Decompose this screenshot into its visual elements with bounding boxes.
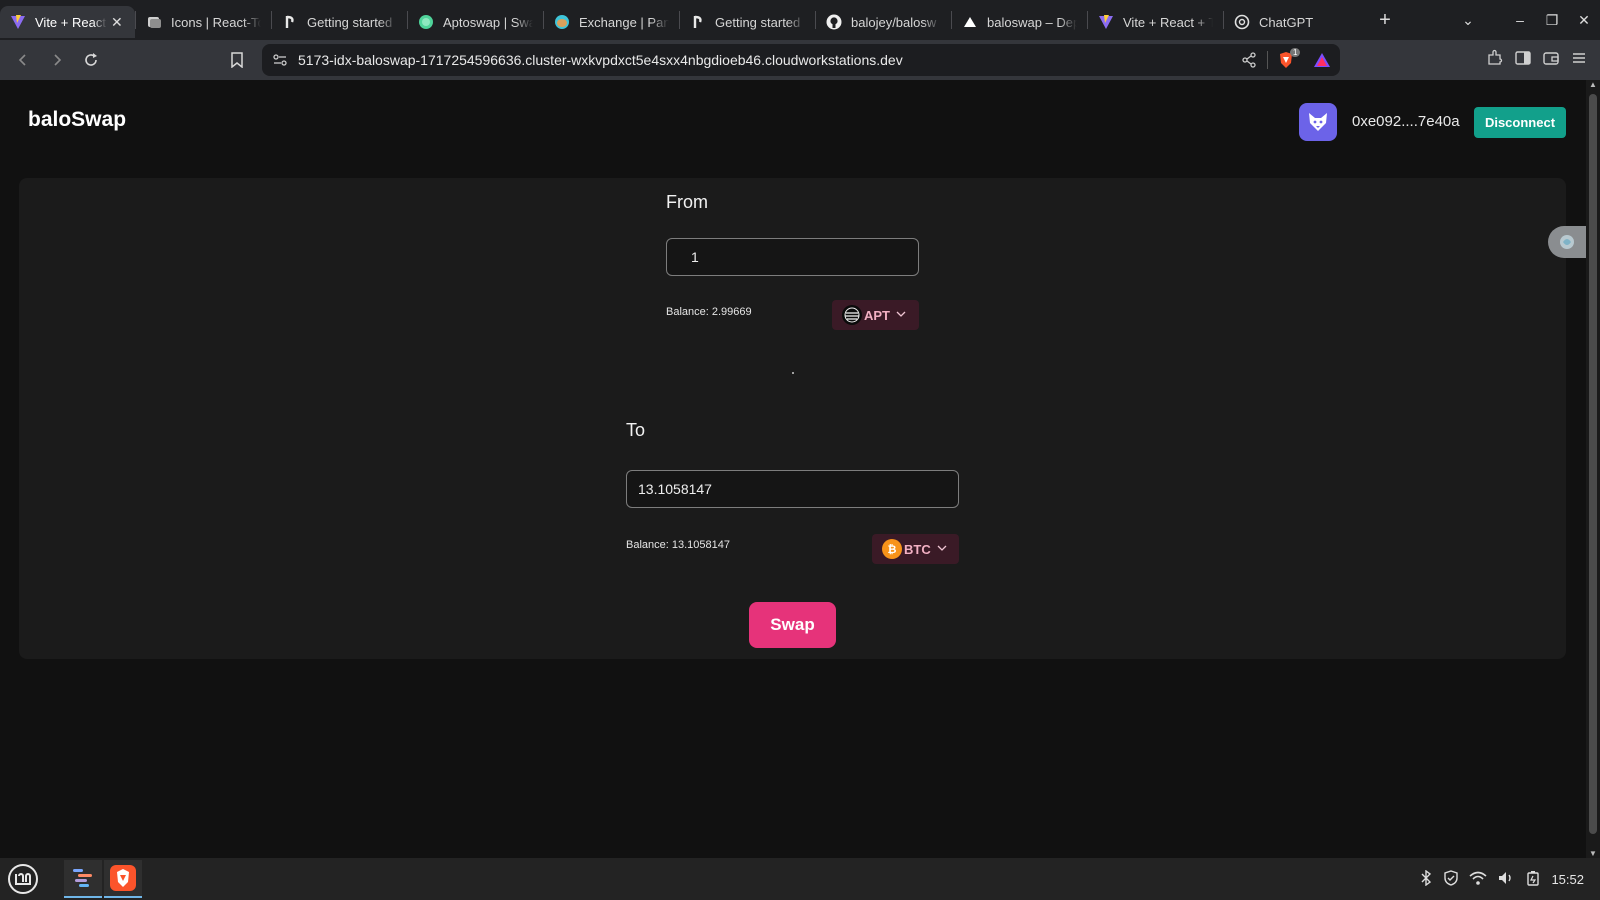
to-label: To: [626, 420, 646, 440]
swap-button[interactable]: Swap: [749, 602, 836, 648]
loading-dot: [792, 372, 794, 374]
wallet-fox-icon[interactable]: [1299, 103, 1337, 141]
address-bar[interactable]: 5173-idx-baloswap-1717254596636.cluster-…: [262, 44, 1340, 76]
address-bar-actions: 1: [1231, 44, 1340, 76]
from-amount-input[interactable]: [666, 238, 919, 276]
tab-label: baloswap – Dep: [987, 14, 1077, 30]
forward-arrow-icon[interactable]: [40, 43, 74, 77]
tab-react-icons[interactable]: Icons | React-To: [136, 6, 271, 38]
system-tray: 15:52: [1419, 858, 1584, 900]
aptoswap-icon: [418, 14, 434, 30]
chevron-down-icon: [937, 544, 947, 555]
tab-label: Getting started: [307, 14, 393, 30]
chatgpt-icon: [1234, 14, 1250, 30]
vite-icon: [1098, 14, 1114, 30]
from-token-symbol: APT: [864, 307, 890, 323]
app-logo: baloSwap: [28, 108, 127, 131]
from-label: From: [666, 192, 708, 212]
wallet-icon[interactable]: [1542, 49, 1560, 72]
brave-rewards-icon[interactable]: [1304, 52, 1340, 68]
floating-extension-icon[interactable]: [1548, 226, 1586, 258]
window-controls: ⌄ – ❐ ✕: [1452, 0, 1600, 40]
tab-github[interactable]: balojey/balosw: [816, 6, 951, 38]
url-text[interactable]: 5173-idx-baloswap-1717254596636.cluster-…: [298, 52, 903, 68]
from-token-select[interactable]: APT: [832, 300, 919, 330]
extensions-icon[interactable]: [1486, 49, 1504, 72]
bitcoin-token-icon: ₿: [882, 539, 902, 559]
tab-list-chevron-icon[interactable]: ⌄: [1452, 12, 1484, 29]
svg-text:₿: ₿: [888, 543, 897, 556]
ide-app-icon[interactable]: [64, 860, 102, 898]
tab-vite-react[interactable]: Vite + React ✕: [0, 6, 135, 38]
close-window-icon[interactable]: ✕: [1568, 12, 1600, 29]
tab-getting-started[interactable]: Getting started: [272, 6, 407, 38]
tab-label: Getting started: [715, 14, 801, 30]
tab-label: Icons | React-To: [171, 14, 261, 30]
shields-badge: 1: [1290, 48, 1301, 57]
tab-label: Aptoswap | Swa: [443, 14, 533, 30]
scrollbar-thumb[interactable]: [1589, 94, 1597, 834]
disconnect-button[interactable]: Disconnect: [1474, 107, 1566, 138]
site-settings-icon[interactable]: [272, 52, 288, 73]
chevron-down-icon: [896, 310, 906, 321]
menu-icon[interactable]: [1570, 49, 1588, 72]
browser-nav-bar: 5173-idx-baloswap-1717254596636.cluster-…: [0, 40, 1600, 80]
to-token-select[interactable]: ₿ BTC: [872, 534, 959, 564]
os-taskbar: 15:52: [0, 858, 1600, 900]
tab-label: balojey/balosw: [851, 14, 937, 30]
page-scrollbar[interactable]: ▲ ▼: [1586, 80, 1600, 858]
vercel-icon: [962, 14, 978, 30]
tab-pancakeswap[interactable]: Exchange | Panc: [544, 6, 679, 38]
share-icon[interactable]: [1231, 52, 1267, 68]
tab-label: ChatGPT: [1259, 14, 1314, 30]
bookmark-icon[interactable]: [220, 43, 254, 77]
scroll-up-icon[interactable]: ▲: [1586, 80, 1600, 89]
scroll-down-icon[interactable]: ▼: [1586, 849, 1600, 858]
to-amount-input[interactable]: [626, 470, 959, 508]
swap-card: From Balance: 2.99669 APT To Balance: 13…: [19, 178, 1566, 659]
brave-shields-icon[interactable]: 1: [1268, 48, 1304, 69]
tab-getting-started-2[interactable]: Getting started: [680, 6, 815, 38]
brave-browser-icon[interactable]: [104, 860, 142, 898]
browser-toolbar-right: [1486, 40, 1588, 80]
clock[interactable]: 15:52: [1551, 872, 1584, 887]
tab-label: Vite + React: [35, 14, 106, 30]
tab-chatgpt[interactable]: ChatGPT: [1224, 6, 1359, 38]
restore-icon[interactable]: ❐: [1536, 12, 1568, 29]
back-arrow-icon[interactable]: [6, 43, 40, 77]
tab-label: Vite + React + T: [1123, 14, 1213, 30]
mint-menu-icon[interactable]: [4, 860, 42, 898]
browser-tab-bar: Vite + React ✕ Icons | React-To Getting …: [0, 0, 1600, 40]
app-page: baloSwap 0xe092....7e40a Disconnect From…: [0, 80, 1586, 858]
vite-icon: [10, 14, 26, 30]
to-balance: Balance: 13.1058147: [626, 539, 730, 551]
from-balance: Balance: 2.99669: [666, 306, 752, 318]
close-icon[interactable]: ✕: [111, 14, 125, 31]
reload-icon[interactable]: [74, 43, 108, 77]
pancakeswap-icon: [554, 14, 570, 30]
wallet-address: 0xe092....7e40a: [1352, 113, 1460, 130]
github-icon: [826, 14, 842, 30]
aptos-token-icon: [842, 305, 862, 325]
tab-label: Exchange | Panc: [579, 14, 669, 30]
react-icons-icon: [146, 14, 162, 30]
new-tab-button[interactable]: +: [1367, 4, 1403, 36]
volume-icon[interactable]: [1497, 870, 1515, 889]
wifi-icon[interactable]: [1469, 870, 1487, 889]
update-shield-icon[interactable]: [1443, 869, 1459, 889]
ant-design-icon: [690, 14, 706, 30]
sidebar-icon[interactable]: [1514, 49, 1532, 72]
to-token-symbol: BTC: [904, 541, 931, 557]
tab-aptoswap[interactable]: Aptoswap | Swa: [408, 6, 543, 38]
ant-design-icon: [282, 14, 298, 30]
tab-vercel[interactable]: baloswap – Dep: [952, 6, 1087, 38]
bluetooth-icon[interactable]: [1419, 869, 1433, 889]
tab-vite-react-ts[interactable]: Vite + React + T: [1088, 6, 1223, 38]
minimize-icon[interactable]: –: [1504, 12, 1536, 28]
battery-icon[interactable]: [1525, 870, 1541, 889]
